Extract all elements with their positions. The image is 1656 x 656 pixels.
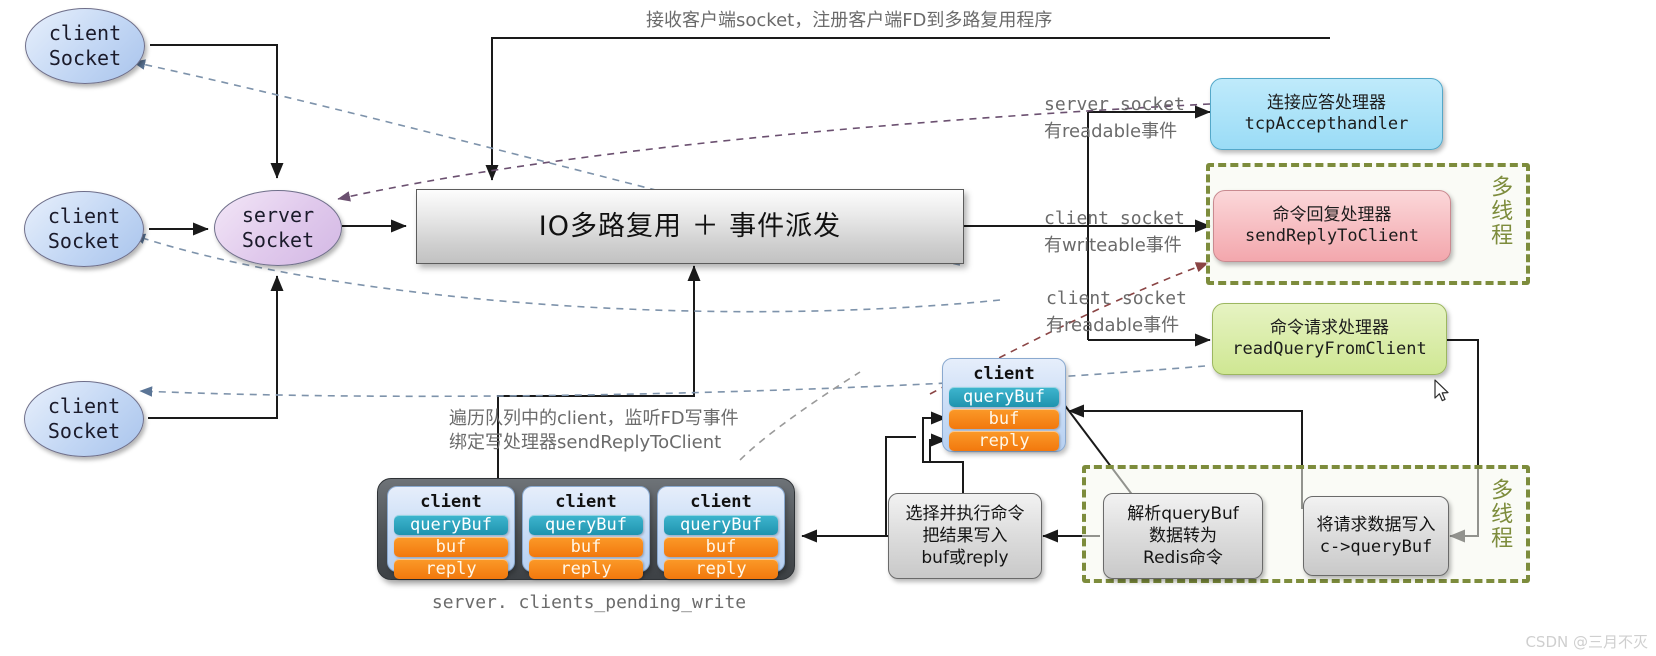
server-socket-line2: Socket (241, 228, 315, 252)
io-multiplexer-label: IO多路复用 ＋ 事件派发 (538, 210, 842, 242)
process-box-write-querybuf[interactable]: 将请求数据写入 c->queryBuf (1303, 496, 1449, 576)
event-label-1-line2: 有readable事件 (1044, 121, 1178, 142)
process-box-execute-line3: buf或reply (921, 548, 1009, 569)
event-label-2-line1: client socket (1044, 208, 1185, 229)
process-box-parse-line3: Redis命令 (1143, 548, 1223, 569)
diagram-canvas: client Socket client Socket client Socke… (0, 0, 1656, 656)
process-box-execute-line1: 选择并执行命令 (905, 503, 1025, 524)
pending-client-1-title: client (420, 492, 482, 512)
process-box-parse-querybuf[interactable]: 解析queryBuf 数据转为 Redis命令 (1103, 493, 1263, 579)
io-multiplexer-box[interactable]: IO多路复用 ＋ 事件派发 (416, 189, 964, 264)
client-socket-2-line2: Socket (47, 229, 121, 253)
event-label-1-line1: server socket (1044, 94, 1185, 115)
client-socket-1-line2: Socket (48, 46, 122, 70)
pending-client-3-title: client (690, 492, 752, 512)
handler-read-query-zh: 命令请求处理器 (1270, 317, 1389, 338)
pending-client-2-querybuf[interactable]: queryBuf (529, 515, 643, 535)
client-socket-3[interactable]: client Socket (24, 381, 144, 457)
pending-client-1-querybuf[interactable]: queryBuf (394, 515, 508, 535)
client-struct-field-querybuf[interactable]: queryBuf (949, 387, 1059, 407)
event-label-3-line1: client socket (1046, 288, 1187, 309)
pending-client-card-3[interactable]: client queryBuf buf reply (657, 486, 785, 579)
pending-client-3-reply[interactable]: reply (664, 559, 778, 579)
pending-client-1-reply[interactable]: reply (394, 559, 508, 579)
mouse-cursor-icon (1434, 379, 1449, 402)
pending-client-2-buf[interactable]: buf (529, 537, 643, 557)
note-pending-write-line1: 遍历队列中的client，监听FD写事件 (449, 408, 739, 429)
handler-read-query[interactable]: 命令请求处理器 readQueryFromClient (1212, 303, 1447, 375)
handler-tcp-accept-zh: 连接应答处理器 (1267, 92, 1386, 113)
note-pending-write-line2: 绑定写处理器sendReplyToClient (449, 432, 722, 453)
pending-client-3-buf[interactable]: buf (664, 537, 778, 557)
event-label-2-line2: 有writeable事件 (1044, 235, 1182, 256)
client-socket-3-line1: client (47, 394, 121, 418)
pending-client-card-2[interactable]: client queryBuf buf reply (522, 486, 650, 579)
handler-read-query-en: readQueryFromClient (1232, 339, 1427, 359)
process-box-execute-command[interactable]: 选择并执行命令 把结果写入 buf或reply (888, 493, 1042, 579)
handler-send-reply-en: sendReplyToClient (1245, 226, 1419, 246)
client-struct-card[interactable]: client queryBuf buf reply (942, 358, 1066, 452)
clients-pending-write-queue[interactable]: client queryBuf buf reply client queryBu… (377, 478, 795, 580)
handler-tcp-accept-en: tcpAccepthandler (1244, 114, 1409, 134)
process-box-write-line1: 将请求数据写入 (1316, 514, 1436, 535)
client-struct-title: client (973, 364, 1035, 384)
handler-tcp-accept[interactable]: 连接应答处理器 tcpAccepthandler (1210, 78, 1443, 150)
client-socket-2-line1: client (47, 204, 121, 228)
multithread-label-parse: 多线程 (1487, 478, 1513, 550)
client-struct-field-buf[interactable]: buf (949, 409, 1059, 429)
handler-send-reply[interactable]: 命令回复处理器 sendReplyToClient (1213, 190, 1451, 262)
pending-client-2-reply[interactable]: reply (529, 559, 643, 579)
pending-client-1-buf[interactable]: buf (394, 537, 508, 557)
client-socket-2[interactable]: client Socket (24, 191, 144, 267)
process-box-write-line2: c->queryBuf (1319, 537, 1433, 557)
server-socket[interactable]: server Socket (214, 190, 342, 266)
pending-client-card-1[interactable]: client queryBuf buf reply (387, 486, 515, 579)
client-struct-field-reply[interactable]: reply (949, 431, 1059, 451)
note-accept-register: 接收客户端socket，注册客户端FD到多路复用程序 (646, 10, 1053, 31)
multithread-label-reply: 多线程 (1487, 175, 1513, 247)
process-box-parse-line1: 解析queryBuf (1127, 503, 1239, 524)
client-socket-3-line2: Socket (47, 419, 121, 443)
pending-write-caption: server. clients_pending_write (431, 592, 747, 613)
process-box-execute-line2: 把结果写入 (922, 525, 1008, 546)
pending-client-2-title: client (555, 492, 617, 512)
client-socket-1-line1: client (48, 21, 122, 45)
process-box-parse-line2: 数据转为 (1149, 525, 1217, 546)
event-label-3-line2: 有readable事件 (1046, 315, 1180, 336)
handler-send-reply-zh: 命令回复处理器 (1272, 204, 1392, 225)
server-socket-line1: server (241, 203, 315, 227)
client-socket-1[interactable]: client Socket (25, 8, 145, 84)
pending-client-3-querybuf[interactable]: queryBuf (664, 515, 778, 535)
watermark: CSDN @三月不灭 (1525, 633, 1648, 651)
